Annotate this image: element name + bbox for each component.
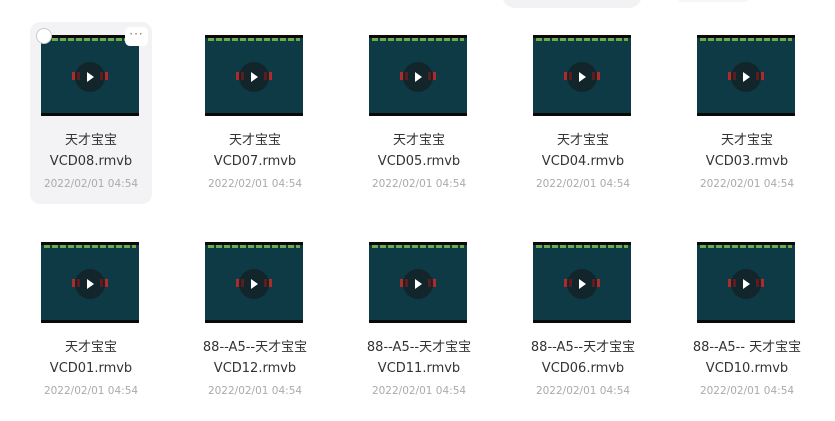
file-date: 2022/02/01 04:54 bbox=[207, 385, 303, 397]
file-card[interactable]: 88--A5--天才宝宝 VCD12.rmvb 2022/02/01 04:54 bbox=[194, 229, 316, 411]
file-date: 2022/02/01 04:54 bbox=[371, 178, 467, 190]
file-date: 2022/02/01 04:54 bbox=[43, 178, 139, 190]
file-grid: ··· 天才宝宝 VCD08.rmvb 2022/02/01 04:54 天才宝… bbox=[0, 0, 835, 421]
thumbnail-caption-strip bbox=[536, 38, 628, 41]
play-icon[interactable] bbox=[75, 62, 105, 92]
file-card[interactable]: 天才宝宝 VCD03.rmvb 2022/02/01 04:54 bbox=[686, 22, 808, 204]
file-name-line2: VCD04.rmvb bbox=[541, 154, 625, 169]
play-icon[interactable] bbox=[239, 62, 269, 92]
file-name-line1: 天才宝宝 bbox=[228, 133, 281, 148]
thumbnail-caption-strip bbox=[700, 38, 792, 41]
file-card[interactable]: 天才宝宝 VCD01.rmvb 2022/02/01 04:54 bbox=[30, 229, 152, 411]
play-icon[interactable] bbox=[239, 269, 269, 299]
file-date: 2022/02/01 04:54 bbox=[43, 385, 139, 397]
play-icon[interactable] bbox=[567, 62, 597, 92]
checkbox-circle-icon[interactable] bbox=[36, 28, 52, 44]
file-name-line1: 天才宝宝 bbox=[556, 133, 609, 148]
video-thumbnail[interactable] bbox=[697, 35, 795, 116]
thumbnail-caption-strip bbox=[208, 38, 300, 41]
file-name-line2: VCD05.rmvb bbox=[377, 154, 461, 169]
video-thumbnail[interactable] bbox=[533, 242, 631, 323]
thumbnail-caption-strip bbox=[372, 245, 464, 248]
thumbnail-caption-strip bbox=[700, 245, 792, 248]
file-card[interactable]: ··· 天才宝宝 VCD08.rmvb 2022/02/01 04:54 bbox=[30, 22, 152, 204]
file-name-line2: VCD06.rmvb bbox=[541, 361, 625, 376]
file-name-line2: VCD10.rmvb bbox=[705, 361, 789, 376]
file-name-line1: 88--A5--天才宝宝 bbox=[366, 340, 472, 355]
file-name-line2: VCD07.rmvb bbox=[213, 154, 297, 169]
play-icon[interactable] bbox=[567, 269, 597, 299]
file-card[interactable]: 天才宝宝 VCD04.rmvb 2022/02/01 04:54 bbox=[522, 22, 644, 204]
file-card[interactable]: 88--A5-- 天才宝宝 VCD10.rmvb 2022/02/01 04:5… bbox=[686, 229, 808, 411]
file-name-line2: VCD01.rmvb bbox=[49, 361, 133, 376]
play-icon[interactable] bbox=[403, 62, 433, 92]
file-date: 2022/02/01 04:54 bbox=[535, 178, 631, 190]
file-name-line1: 88--A5-- 天才宝宝 bbox=[692, 340, 802, 355]
file-name-line2: VCD03.rmvb bbox=[705, 154, 789, 169]
video-thumbnail[interactable] bbox=[533, 35, 631, 116]
video-thumbnail[interactable] bbox=[697, 242, 795, 323]
file-card[interactable]: 88--A5--天才宝宝 VCD06.rmvb 2022/02/01 04:54 bbox=[522, 229, 644, 411]
video-thumbnail[interactable] bbox=[205, 35, 303, 116]
play-icon[interactable] bbox=[731, 62, 761, 92]
file-name-line1: 88--A5--天才宝宝 bbox=[530, 340, 636, 355]
thumbnail-caption-strip bbox=[536, 245, 628, 248]
thumbnail-caption-strip bbox=[44, 245, 136, 248]
video-thumbnail[interactable] bbox=[41, 35, 139, 116]
file-name-line2: VCD08.rmvb bbox=[49, 154, 133, 169]
file-name-line1: 天才宝宝 bbox=[64, 340, 117, 355]
thumbnail-caption-strip bbox=[44, 38, 136, 41]
file-name-line2: VCD12.rmvb bbox=[213, 361, 297, 376]
file-card[interactable]: 天才宝宝 VCD05.rmvb 2022/02/01 04:54 bbox=[358, 22, 480, 204]
thumbnail-caption-strip bbox=[208, 245, 300, 248]
video-thumbnail[interactable] bbox=[369, 35, 467, 116]
play-icon[interactable] bbox=[731, 269, 761, 299]
file-name-line1: 天才宝宝 bbox=[720, 133, 773, 148]
file-name-line1: 88--A5--天才宝宝 bbox=[202, 340, 308, 355]
more-options-icon[interactable]: ··· bbox=[125, 27, 148, 46]
file-date: 2022/02/01 04:54 bbox=[207, 178, 303, 190]
file-card[interactable]: 88--A5--天才宝宝 VCD11.rmvb 2022/02/01 04:54 bbox=[358, 229, 480, 411]
file-date: 2022/02/01 04:54 bbox=[699, 385, 795, 397]
play-icon[interactable] bbox=[403, 269, 433, 299]
video-thumbnail[interactable] bbox=[369, 242, 467, 323]
file-date: 2022/02/01 04:54 bbox=[371, 385, 467, 397]
file-name-line1: 天才宝宝 bbox=[64, 133, 117, 148]
file-name-line1: 天才宝宝 bbox=[392, 133, 445, 148]
file-card[interactable]: 天才宝宝 VCD07.rmvb 2022/02/01 04:54 bbox=[194, 22, 316, 204]
thumbnail-caption-strip bbox=[372, 38, 464, 41]
file-date: 2022/02/01 04:54 bbox=[535, 385, 631, 397]
play-icon[interactable] bbox=[75, 269, 105, 299]
video-thumbnail[interactable] bbox=[41, 242, 139, 323]
file-date: 2022/02/01 04:54 bbox=[699, 178, 795, 190]
video-thumbnail[interactable] bbox=[205, 242, 303, 323]
file-name-line2: VCD11.rmvb bbox=[377, 361, 461, 376]
